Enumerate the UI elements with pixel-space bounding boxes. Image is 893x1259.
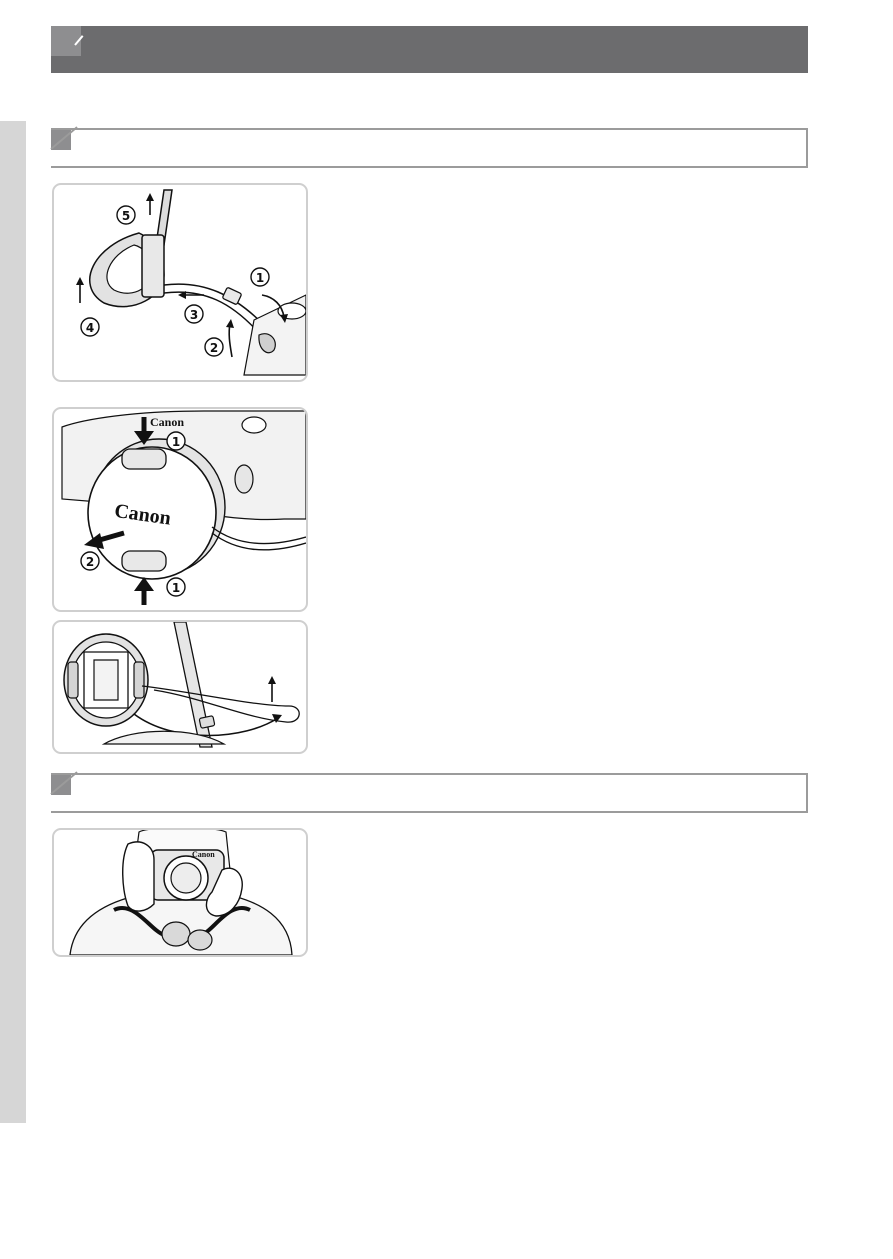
holding-camera-illustration: Canon — [69, 830, 293, 955]
side-tab — [0, 121, 26, 1123]
title-accent-square — [51, 26, 81, 56]
step-marker-2: 2 — [80, 551, 100, 571]
step-marker-3: 3 — [184, 304, 204, 324]
figure-cap-cord — [52, 620, 308, 754]
section-header-2 — [50, 771, 808, 813]
strap-illustration: 5 1 3 4 2 — [76, 189, 306, 376]
cap-cord-illustration — [63, 622, 300, 748]
step-marker-1-top: 1 — [166, 431, 186, 451]
figure-lens-cap: Canon Canon 1 2 1 — [52, 407, 308, 612]
step-marker-2: 2 — [204, 337, 224, 357]
camera-body-brand: Canon — [150, 415, 184, 429]
step-marker-1: 1 — [250, 267, 270, 287]
svg-text:4: 4 — [86, 321, 94, 335]
svg-text:1: 1 — [172, 581, 180, 595]
section-header-1 — [50, 126, 808, 168]
svg-text:2: 2 — [210, 341, 218, 355]
figure-holding-camera: Canon — [52, 828, 308, 957]
page-title-bar — [51, 26, 808, 73]
step-marker-1-bottom: 1 — [166, 577, 186, 597]
svg-text:5: 5 — [122, 209, 130, 223]
svg-text:3: 3 — [190, 308, 198, 322]
svg-text:1: 1 — [256, 271, 264, 285]
camera-brand: Canon — [192, 850, 215, 859]
svg-text:1: 1 — [172, 435, 180, 449]
step-marker-5: 5 — [116, 205, 136, 225]
lens-cap-illustration: Canon Canon 1 2 1 — [61, 410, 306, 605]
figure-strap-attach: 5 1 3 4 2 — [52, 183, 308, 382]
svg-text:2: 2 — [86, 555, 94, 569]
step-marker-4: 4 — [80, 317, 100, 337]
